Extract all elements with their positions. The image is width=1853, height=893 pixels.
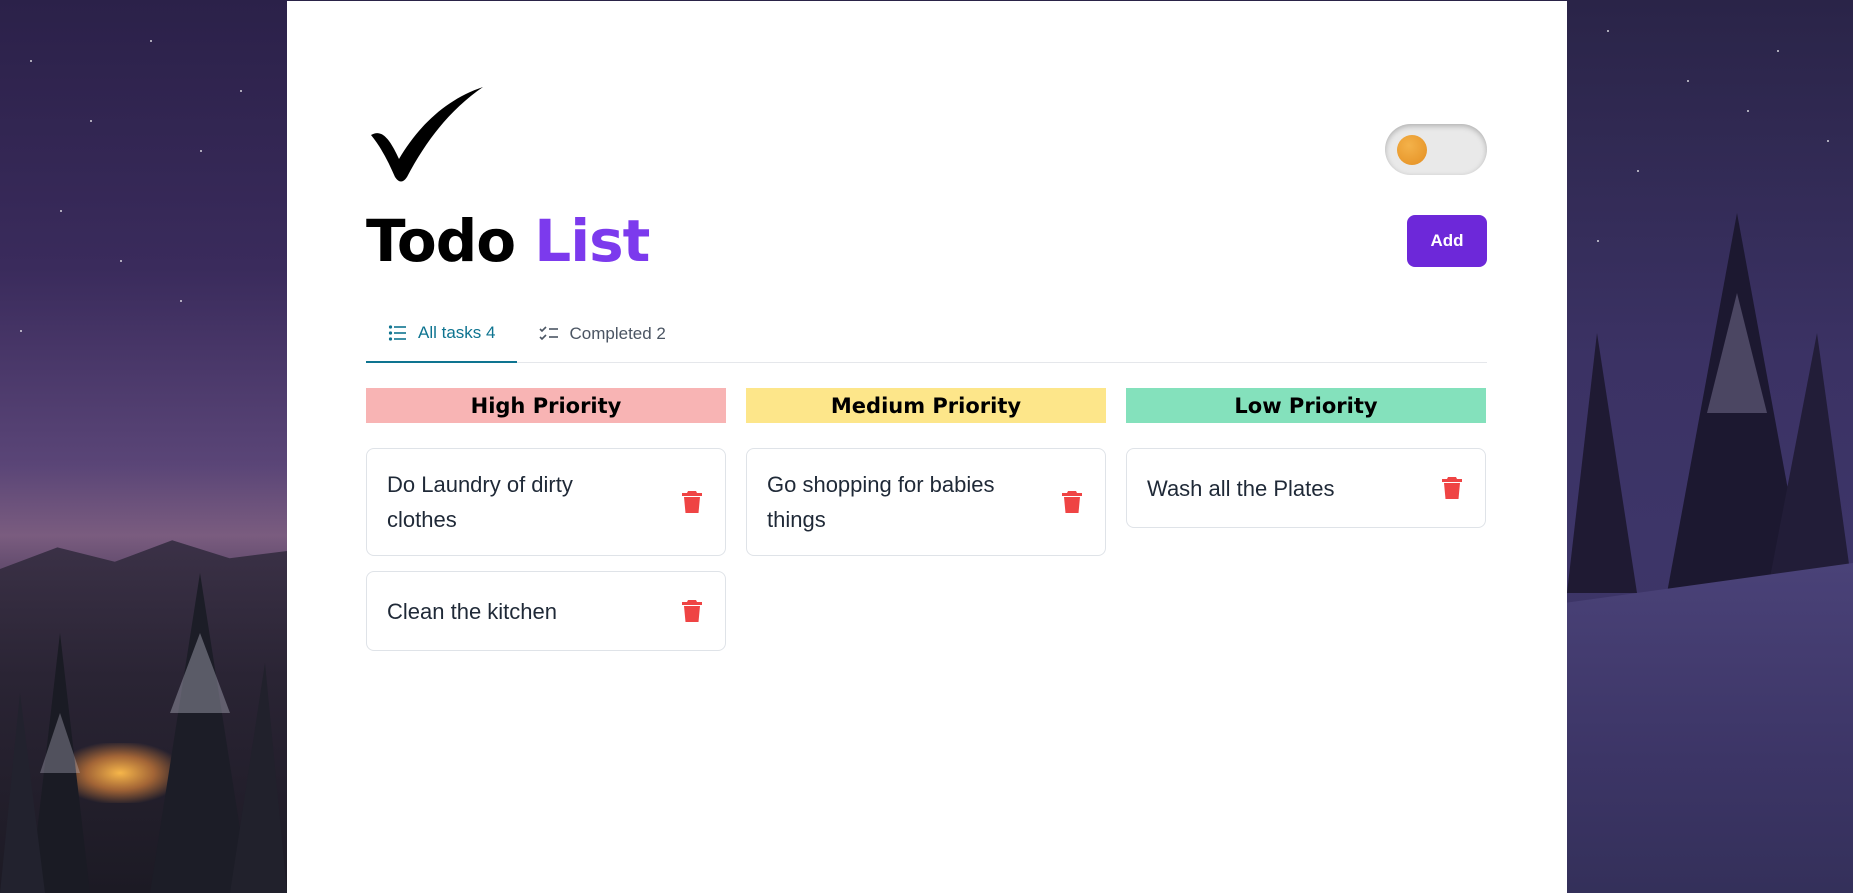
trash-icon[interactable] [681,599,703,623]
task-text: Go shopping for babies things [767,472,995,532]
column-low-priority: Low Priority Wash all the Plates [1126,388,1486,651]
task-text: Do Laundry of dirty clothes [387,472,573,532]
page-title: Todo List [366,207,650,275]
background-right [1567,0,1853,893]
task-card[interactable]: Go shopping for babies things [746,448,1106,556]
tab-all-tasks[interactable]: All tasks 4 [366,305,518,363]
trash-icon[interactable] [1061,490,1083,514]
column-high-priority: High Priority Do Laundry of dirty clothe… [366,388,726,651]
checklist-icon [539,326,559,341]
list-icon [388,325,406,341]
checkmark-icon [371,87,483,182]
column-header-high: High Priority [366,388,726,423]
task-text: Wash all the Plates [1147,475,1335,501]
task-card[interactable]: Clean the kitchen [366,571,726,651]
column-header-medium: Medium Priority [746,388,1106,423]
tab-all-tasks-label: All tasks 4 [418,323,496,342]
theme-toggle[interactable] [1385,124,1487,175]
task-tabs: All tasks 4 Completed 2 [366,305,1487,363]
task-text: Clean the kitchen [387,598,557,624]
priority-columns: High Priority Do Laundry of dirty clothe… [366,388,1487,651]
toggle-knob [1397,135,1427,165]
task-card[interactable]: Do Laundry of dirty clothes [366,448,726,556]
background-left [0,0,287,893]
tab-completed[interactable]: Completed 2 [517,305,687,363]
tab-completed-label: Completed 2 [569,324,666,343]
column-header-low: Low Priority [1126,388,1486,423]
todo-app-panel: Todo List Add All tasks 4 Completed 2 Hi… [287,1,1567,893]
title-accent: List [534,207,650,275]
trash-icon[interactable] [1441,476,1463,500]
title-primary: Todo [366,207,516,275]
task-card[interactable]: Wash all the Plates [1126,448,1486,528]
add-task-button[interactable]: Add [1407,215,1487,267]
trash-icon[interactable] [681,490,703,514]
column-medium-priority: Medium Priority Go shopping for babies t… [746,388,1106,651]
